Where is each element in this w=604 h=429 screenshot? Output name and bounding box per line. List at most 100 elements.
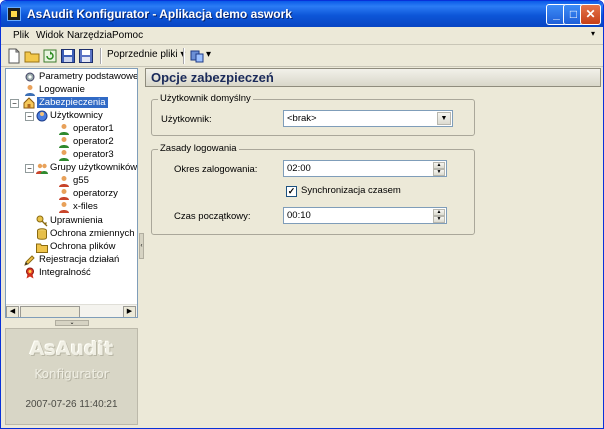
- tree-horizontal-scrollbar[interactable]: ◀ ▶: [6, 304, 137, 317]
- tree-item-integralnosc[interactable]: Integralność: [6, 267, 137, 280]
- brand-logo-text: AsAudit: [29, 338, 114, 360]
- navigation-panel: Parametry podstawowe Logowanie − Zabezpi…: [5, 68, 138, 425]
- scroll-thumb[interactable]: [20, 306, 80, 317]
- tools-dropdown-icon[interactable]: ▾: [206, 49, 211, 60]
- login-period-stepper[interactable]: 02:00 ▲ ▼: [283, 160, 447, 177]
- start-time-label: Czas początkowy:: [174, 211, 251, 222]
- previous-files-button[interactable]: Poprzednie pliki ▾: [107, 49, 185, 60]
- page-title: Opcje zabezpieczeń: [151, 70, 274, 85]
- collapse-icon[interactable]: −: [10, 99, 19, 108]
- tree-item-uzytkownicy[interactable]: − Użytkownicy: [6, 110, 137, 123]
- toolbar: Poprzednie pliki ▾ ▾: [1, 45, 603, 67]
- tree-item-operator1[interactable]: operator1: [6, 123, 137, 136]
- tree-item-label: Logowanie: [39, 84, 85, 95]
- menu-pomoc[interactable]: Pomoc: [112, 30, 143, 41]
- award-icon: [26, 267, 34, 279]
- save-icon[interactable]: [60, 48, 76, 64]
- tree-item-label: Rejestracja działań: [39, 254, 120, 265]
- app-icon[interactable]: [7, 7, 21, 21]
- tree-item-label: Grupy użytkowników: [50, 162, 138, 173]
- app-window: AsAudit Konfigurator - Aplikacja demo as…: [0, 0, 604, 429]
- default-user-select[interactable]: <brak> ▼: [283, 110, 453, 127]
- tree-item-label: Parametry podstawowe: [39, 71, 138, 82]
- gear-icon: [25, 72, 35, 82]
- time-sync-label: Synchronizacja czasem: [301, 185, 401, 196]
- user-icon: [59, 137, 69, 148]
- tree-item-logowanie[interactable]: Logowanie: [6, 84, 137, 97]
- user-icon: [59, 124, 69, 135]
- tree-item-ochrona-zmiennych[interactable]: Ochrona zmiennych: [6, 228, 137, 241]
- collapse-down-icon[interactable]: ⌄: [55, 320, 89, 326]
- window-title: AsAudit Konfigurator - Aplikacja demo as…: [27, 7, 292, 21]
- tree-item-operator3[interactable]: operator3: [6, 149, 137, 162]
- panel-splitter[interactable]: ⌄: [5, 319, 138, 327]
- collapse-left-icon[interactable]: ‹: [139, 233, 144, 259]
- group-icon: [36, 163, 48, 174]
- menu-narzedzia[interactable]: Narzędzia: [67, 30, 112, 41]
- key-icon: [36, 215, 48, 227]
- tree-item-g55[interactable]: g55: [6, 175, 137, 188]
- login-period-label: Okres zalogowania:: [174, 164, 258, 175]
- brand-panel: AsAudit Konfigurator 2007-07-26 11:40:21: [5, 328, 138, 425]
- spin-down-icon[interactable]: ▼: [433, 169, 445, 176]
- title-bar[interactable]: AsAudit Konfigurator - Aplikacja demo as…: [1, 1, 603, 27]
- group-legend: Zasady logowania: [158, 143, 239, 154]
- refresh-icon[interactable]: [42, 48, 58, 64]
- tree-item-rejestracja-dzialan[interactable]: Rejestracja działań: [6, 254, 137, 267]
- spin-down-icon[interactable]: ▼: [433, 216, 445, 223]
- tree-item-ochrona-plikow[interactable]: Ochrona plików: [6, 241, 137, 254]
- spin-up-icon[interactable]: ▲: [433, 162, 445, 169]
- tree-item-zabezpieczenia[interactable]: − Zabezpieczenia: [6, 97, 137, 110]
- menu-chevron-icon[interactable]: ▾: [591, 29, 595, 38]
- save-as-icon[interactable]: [78, 48, 94, 64]
- tree-item-label: operator1: [73, 123, 114, 134]
- tree-item-grupy-uzytkownikow[interactable]: − Grupy użytkowników: [6, 162, 137, 175]
- tree-item-parametry-podstawowe[interactable]: Parametry podstawowe: [6, 71, 137, 84]
- login-rules-group: Zasady logowania Okres zalogowania: 02:0…: [151, 143, 475, 235]
- time-sync-checkbox[interactable]: ✓ Synchronizacja czasem: [286, 185, 436, 199]
- tree-item-uprawnienia[interactable]: Uprawnienia: [6, 215, 137, 228]
- vertical-splitter[interactable]: ‹: [138, 68, 145, 425]
- previous-files-label: Poprzednie pliki: [107, 49, 178, 60]
- close-button[interactable]: ✕: [580, 4, 601, 25]
- tree-item-label: operator3: [73, 149, 114, 160]
- content-panel: Opcje zabezpieczeń Użytkownik domyślny U…: [145, 68, 601, 425]
- chevron-down-icon[interactable]: ▼: [437, 112, 451, 125]
- checkbox-check-icon[interactable]: ✓: [286, 186, 297, 197]
- start-time-stepper[interactable]: 00:10 ▲ ▼: [283, 207, 447, 224]
- tree-item-label: operatorzy: [73, 188, 118, 199]
- collapse-icon[interactable]: −: [25, 164, 34, 173]
- menu-widok[interactable]: Widok: [36, 30, 64, 41]
- open-folder-icon[interactable]: [24, 48, 40, 64]
- tree-item-operator2[interactable]: operator2: [6, 136, 137, 149]
- new-file-icon[interactable]: [6, 48, 22, 64]
- tools-icon[interactable]: [189, 48, 205, 64]
- tree-item-label: operator2: [73, 136, 114, 147]
- tree-item-label: Użytkownicy: [50, 110, 103, 121]
- scroll-left-icon[interactable]: ◀: [6, 306, 19, 317]
- collapse-icon[interactable]: −: [25, 112, 34, 121]
- pencil-icon: [24, 255, 35, 266]
- toolbar-separator: [183, 48, 184, 64]
- tree-item-operatorzy[interactable]: operatorzy: [6, 188, 137, 201]
- brand-subtitle: Konfigurator: [34, 367, 109, 381]
- person-icon: [25, 85, 35, 96]
- user-label: Użytkownik:: [161, 114, 212, 125]
- user-icon: [59, 150, 69, 161]
- settings-tree: Parametry podstawowe Logowanie − Zabezpi…: [5, 68, 138, 318]
- user-icon: [59, 176, 69, 187]
- tree-item-x-files[interactable]: x-files: [6, 201, 137, 214]
- default-user-group: Użytkownik domyślny Użytkownik: <brak> ▼: [151, 93, 475, 136]
- default-user-value: <brak>: [287, 113, 317, 124]
- tree-item-label: Integralność: [39, 267, 91, 278]
- database-icon: [37, 228, 47, 240]
- group-legend: Użytkownik domyślny: [158, 93, 253, 104]
- menu-bar: Plik Widok Narzędzia Pomoc ▾: [1, 27, 603, 45]
- users-globe-icon: [36, 110, 48, 122]
- spin-up-icon[interactable]: ▲: [433, 209, 445, 216]
- house-lock-icon: [23, 97, 35, 109]
- start-time-value: 00:10: [287, 210, 311, 221]
- page-title-bar: Opcje zabezpieczeń: [145, 68, 601, 87]
- scroll-right-icon[interactable]: ▶: [123, 306, 136, 317]
- menu-plik[interactable]: Plik: [13, 30, 29, 41]
